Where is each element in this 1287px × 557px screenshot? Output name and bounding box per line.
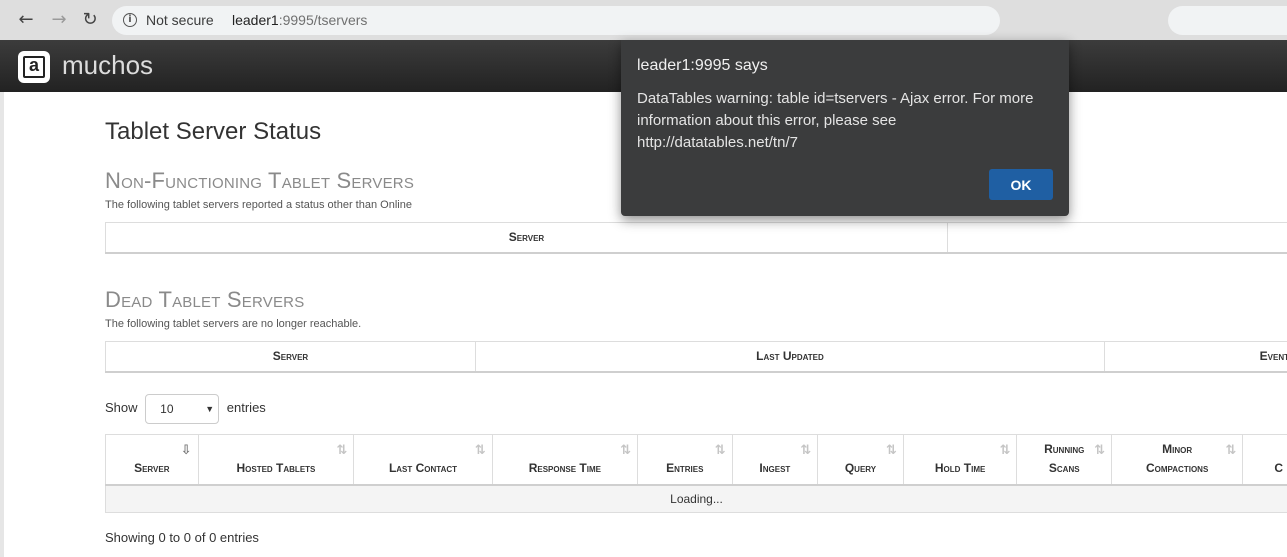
brand-name[interactable]: muchos <box>62 50 153 81</box>
column-header-label: Server <box>134 460 170 475</box>
column-header-label: Hosted Tablets <box>236 460 316 475</box>
sort-icon: ⇅ <box>1094 443 1106 458</box>
column-header-label-line2: Compactions <box>1145 460 1209 475</box>
column-header-event[interactable]: Event <box>1104 341 1287 373</box>
browser-toolbar: ← → ↻ i Not secure leader1:9995/tservers <box>0 0 1287 40</box>
entries-select-value: 10 <box>160 401 174 416</box>
dead-servers-description: The following tablet servers are no long… <box>105 318 362 330</box>
table-info: Showing 0 to 0 of 0 entries <box>105 530 259 545</box>
sort-icon: ⇅ <box>885 443 897 458</box>
column-header-hosted-tablets[interactable]: ⇅ Hosted Tablets <box>197 434 354 486</box>
column-header-label: Hold Time <box>934 460 986 475</box>
entries-select[interactable]: 10 ▼ <box>145 393 220 424</box>
security-label[interactable]: Not secure <box>146 6 214 35</box>
url-host: leader1 <box>232 12 279 28</box>
back-arrow-icon[interactable]: ← <box>14 8 38 32</box>
non-functioning-table: Server <box>105 222 1287 254</box>
column-header-label: C <box>1274 460 1283 475</box>
column-header-truncated[interactable]: C <box>1242 434 1287 486</box>
dialog-message: DataTables warning: table id=tservers - … <box>637 90 1034 151</box>
toolbar-extension-area <box>1168 6 1287 35</box>
column-header-query[interactable]: ⇅ Query <box>817 434 904 486</box>
dead-servers-title: Dead Tablet Servers <box>105 287 305 312</box>
column-header-label-line2: Scans <box>1048 460 1080 475</box>
column-header-last-updated[interactable]: Last Updated <box>475 341 1105 373</box>
column-header-label: Response Time <box>528 460 601 475</box>
column-header-label: Ingest <box>759 460 791 475</box>
dialog-title: leader1:9995 says <box>637 57 768 74</box>
column-header-server[interactable]: ⇩ Server <box>105 434 199 486</box>
dead-servers-table: Server Last Updated Event <box>105 341 1287 373</box>
column-header-hold-time[interactable]: ⇅ Hold Time <box>902 434 1017 486</box>
entries-label: entries <box>226 400 266 415</box>
column-header-server[interactable]: Server <box>105 341 476 373</box>
column-header-label: Entries <box>666 460 704 475</box>
column-header-last-contact[interactable]: ⇅ Last Contact <box>353 434 493 486</box>
forward-arrow-icon[interactable]: → <box>47 8 71 32</box>
sort-icon: ⇅ <box>620 443 631 458</box>
column-header-label: Last Contact <box>388 460 458 475</box>
reload-icon[interactable]: ↻ <box>78 8 102 32</box>
address-bar[interactable]: i Not secure leader1:9995/tservers <box>112 6 1000 35</box>
column-header-entries[interactable]: ⇅ Entries <box>637 434 733 486</box>
sort-icon: ⇅ <box>714 443 726 458</box>
url-path: :9995/tservers <box>278 12 368 28</box>
column-header-label-line1: Running <box>1044 441 1085 456</box>
left-rail <box>0 92 4 557</box>
sort-icon: ⇅ <box>336 443 348 458</box>
sort-icon: ⇅ <box>474 443 486 458</box>
column-header-ingest[interactable]: ⇅ Ingest <box>731 434 818 486</box>
show-label: Show <box>105 400 138 415</box>
info-icon[interactable]: i <box>123 13 137 27</box>
url-text[interactable]: leader1:9995/tservers <box>232 6 367 35</box>
column-header-status[interactable] <box>947 222 1287 254</box>
tservers-table: ⇩ Server ⇅ Hosted Tablets ⇅ Last Contact ⇅ R… <box>105 434 1287 513</box>
column-header-label-line1: Minor <box>1162 441 1193 456</box>
sort-icon: ⇅ <box>800 443 812 458</box>
page-title: Tablet Server Status <box>105 118 322 145</box>
sort-ascending-icon: ⇩ <box>180 443 192 458</box>
ok-button[interactable]: OK <box>989 169 1053 200</box>
sort-icon: ⇅ <box>1225 443 1237 458</box>
column-header-label: Query <box>844 460 877 475</box>
column-header-running-scans[interactable]: ⇅ Running Scans <box>1016 434 1112 486</box>
column-header-response-time[interactable]: ⇅ Response Time <box>491 434 638 486</box>
column-header-server[interactable]: Server <box>105 222 948 254</box>
accumulo-logo-icon[interactable]: a <box>18 51 50 83</box>
non-functioning-title: Non-Functioning Tablet Servers <box>105 168 415 193</box>
length-menu: Show 10 ▼ entries <box>105 393 266 424</box>
column-header-minor-compactions[interactable]: ⇅ Minor Compactions <box>1111 434 1243 486</box>
sort-icon: ⇅ <box>999 443 1011 458</box>
dropdown-caret-icon: ▼ <box>205 403 215 414</box>
loading-cell: Loading... <box>105 484 1287 513</box>
non-functioning-description: The following tablet servers reported a … <box>105 199 412 211</box>
table-row: Loading... <box>105 484 1287 513</box>
alert-dialog: leader1:9995 says DataTables warning: ta… <box>621 40 1069 216</box>
